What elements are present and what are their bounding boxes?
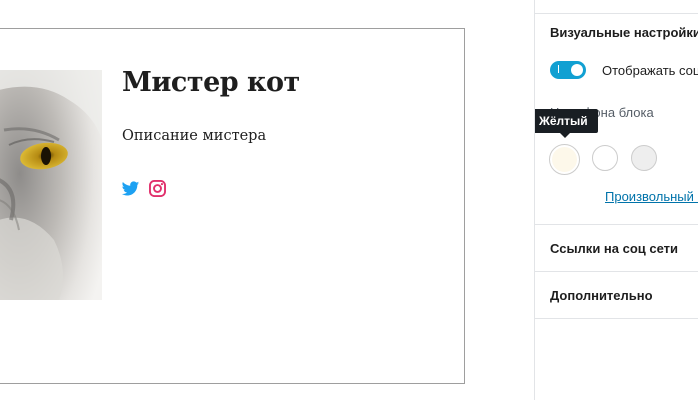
editor-canvas: Мистер кот Описание мистера xyxy=(0,0,534,400)
social-links xyxy=(121,179,167,198)
instagram-icon[interactable] xyxy=(148,179,167,198)
person-description[interactable]: Описание мистера xyxy=(122,128,266,144)
social-toggle[interactable] xyxy=(550,61,586,79)
swatch-gray[interactable] xyxy=(631,145,657,171)
swatch-white[interactable] xyxy=(592,145,618,171)
custom-color-link[interactable]: Произвольный цвет xyxy=(605,189,698,204)
person-name[interactable]: Мистер кот xyxy=(122,67,300,98)
tooltip-arrow xyxy=(560,133,570,138)
divider xyxy=(535,271,698,272)
divider xyxy=(535,224,698,225)
swatch-yellow[interactable] xyxy=(549,144,580,175)
cat-photo xyxy=(0,70,102,300)
color-tooltip: Жёлтый xyxy=(535,109,598,133)
twitter-icon[interactable] xyxy=(121,179,140,198)
advanced-panel-title[interactable]: Дополнительно xyxy=(550,288,653,303)
visual-settings-panel-title[interactable]: Визуальные настройки xyxy=(550,25,698,40)
divider xyxy=(535,318,698,319)
divider xyxy=(535,13,698,14)
social-toggle-label[interactable]: Отображать соц сети xyxy=(602,63,698,78)
social-links-panel-title[interactable]: Ссылки на соц сети xyxy=(550,241,678,256)
settings-sidebar: Визуальные настройки Отображать соц сети… xyxy=(534,0,698,400)
person-block[interactable]: Мистер кот Описание мистера xyxy=(0,28,465,384)
